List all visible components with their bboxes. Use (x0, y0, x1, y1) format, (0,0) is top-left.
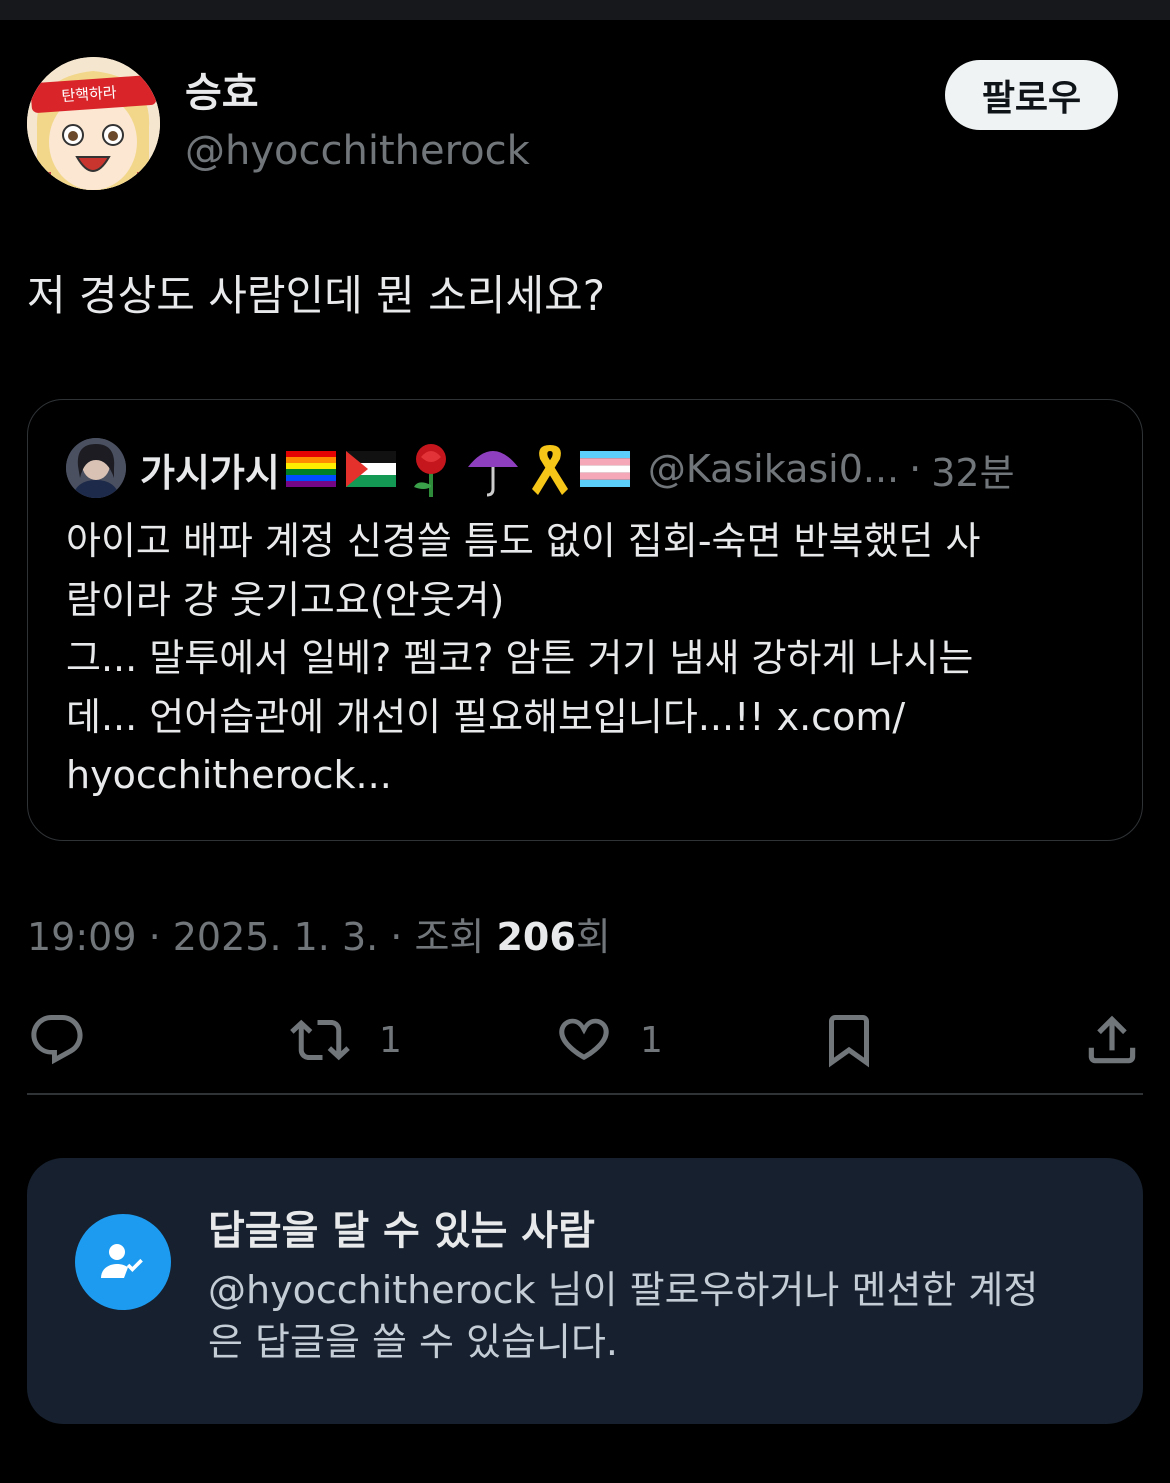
quoted-text-line: 아이고 배파 계정 신경쓸 틈도 없이 집회-숙면 반복했던 사 (66, 519, 981, 563)
reply-icon (31, 1015, 83, 1065)
user-check-icon (101, 1244, 143, 1278)
reply-restriction-badge (75, 1214, 171, 1310)
like-count: 1 (640, 1019, 663, 1061)
quoted-text-line: 그... 말투에서 일베? 펨코? 암튼 거기 냄새 강하게 나시는 (66, 636, 974, 680)
umbrella-icon (467, 451, 518, 497)
tweet-meta: 19:09 · 2025. 1. 3. · 조회 206회 (27, 912, 611, 962)
yellow-ribbon-icon (531, 445, 568, 495)
transgender-flag-icon (579, 451, 630, 487)
quoted-time[interactable]: 32분 (931, 442, 1014, 497)
follow-button[interactable]: 팔로우 (945, 60, 1118, 130)
author-avatar[interactable]: 탄핵하라 (27, 57, 160, 190)
share-icon (1088, 1015, 1136, 1064)
author-handle[interactable]: @hyocchitherock (185, 126, 530, 176)
reply-restriction-card: 답글을 달 수 있는 사람 @hyocchitherock 님이 팔로우하거나 … (27, 1158, 1143, 1424)
action-bar: 1 1 (27, 1005, 1143, 1075)
quoted-separator: · (909, 447, 922, 491)
like-button[interactable]: 1 (554, 1005, 663, 1075)
retweet-icon (290, 1019, 350, 1061)
avatar-headband-text: 탄핵하라 (61, 83, 118, 105)
bookmark-button[interactable] (819, 1005, 879, 1075)
quoted-author-avatar[interactable] (66, 438, 126, 498)
reply-restriction-title: 답글을 달 수 있는 사람 (208, 1208, 595, 1254)
palestine-flag-icon (345, 451, 396, 487)
quoted-header: 가시가시 @Kasikasi0... · 32분 (140, 438, 1015, 500)
quoted-name-emojis (285, 441, 630, 497)
rainbow-flag-icon (285, 451, 336, 487)
quoted-text-line: 람이라 걍 웃기고요(안웃겨) (66, 577, 505, 622)
reply-button[interactable] (27, 1005, 87, 1075)
quoted-text: 아이고 배파 계정 신경쓸 틈도 없이 집회-숙면 반복했던 사 람이라 걍 웃… (66, 512, 1106, 805)
retweet-count: 1 (379, 1019, 402, 1061)
reply-restriction-line: 은 답글을 쓸 수 있습니다. (208, 1320, 618, 1364)
tweet-text: 저 경상도 사람인데 뭔 소리세요? (27, 271, 606, 320)
quoted-tweet[interactable]: 가시가시 @Kasikasi0... · 32분 아이고 배파 계정 신경쓸 틈… (27, 399, 1143, 841)
divider (27, 1093, 1143, 1095)
author-display-name[interactable]: 승효 (185, 68, 259, 118)
avatar-image: 탄핵하라 (27, 57, 160, 190)
reply-restriction-description: @hyocchitherock 님이 팔로우하거나 멘션한 계정 은 답글을 쓸… (208, 1264, 1088, 1368)
retweet-button[interactable]: 1 (287, 1005, 402, 1075)
quoted-display-name[interactable]: 가시가시 (140, 442, 280, 497)
tweet-timestamp: 19:09 · 2025. 1. 3. · 조회 (27, 915, 497, 959)
rose-icon (413, 444, 446, 497)
top-bar (0, 0, 1170, 20)
share-button[interactable] (1081, 1005, 1143, 1075)
bookmark-icon (829, 1015, 869, 1068)
quoted-text-line: hyocchitherock... (66, 753, 392, 797)
view-count[interactable]: 206 (496, 915, 575, 959)
quoted-handle[interactable]: @Kasikasi0... (648, 447, 899, 491)
reply-restriction-line: @hyocchitherock 님이 팔로우하거나 멘션한 계정 (208, 1268, 1039, 1312)
heart-icon (559, 1018, 609, 1060)
quoted-avatar-image (66, 438, 126, 498)
quoted-text-line: 데... 언어습관에 개선이 필요해보입니다...!! x.com/ (66, 694, 906, 739)
view-count-suffix: 회 (575, 915, 611, 959)
